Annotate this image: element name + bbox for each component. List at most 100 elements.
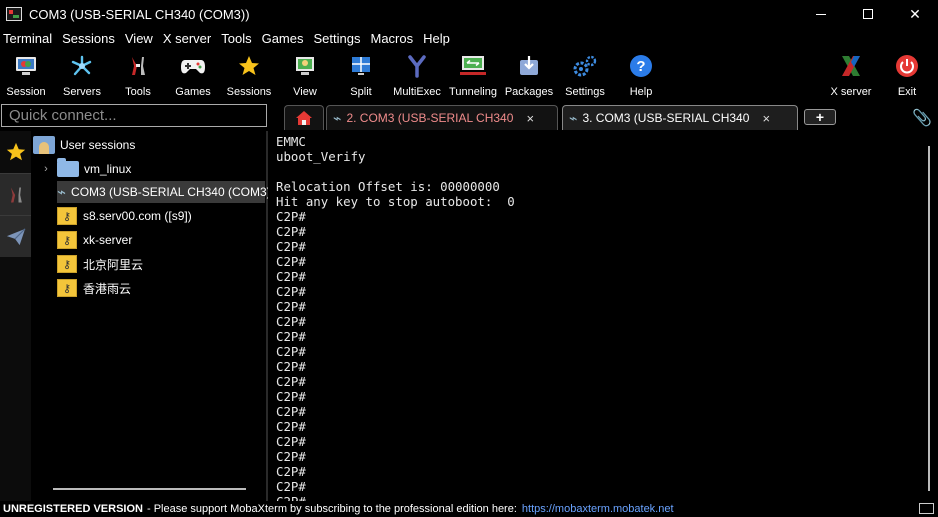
toolbar-split-button[interactable]: Split	[334, 51, 388, 99]
terminal-line: Hit any key to stop autoboot: 0	[276, 194, 515, 209]
serial-plug-icon: ⌁	[57, 184, 67, 201]
status-toggle-button[interactable]	[919, 503, 934, 514]
toolbar-servers-button[interactable]: Servers	[55, 51, 109, 99]
tree-item-ssh-session[interactable]: ⚷ s8.serv00.com ([s9])	[57, 205, 192, 227]
close-window-button[interactable]: ✕	[892, 0, 938, 28]
tree-item-folder[interactable]: › vm_linux	[39, 158, 131, 180]
close-icon: ✕	[909, 5, 921, 22]
tree-label: s8.serv00.com ([s9])	[83, 209, 192, 223]
status-bar: UNREGISTERED VERSION - Please support Mo…	[0, 501, 938, 517]
menu-sessions[interactable]: Sessions	[59, 31, 122, 46]
terminal-line: C2P#	[276, 314, 306, 329]
menu-terminal[interactable]: Terminal	[0, 31, 59, 46]
terminal-line: EMMC	[276, 134, 306, 149]
status-version: UNREGISTERED VERSION	[3, 503, 143, 515]
status-link[interactable]: https://mobaxterm.mobatek.net	[522, 503, 674, 515]
packages-icon	[516, 53, 542, 79]
window-title: COM3 (USB-SERIAL CH340 (COM3))	[29, 6, 250, 22]
toolbar-tunneling-button[interactable]: Tunneling	[446, 51, 500, 99]
menu-help[interactable]: Help	[420, 31, 457, 46]
tree-label: vm_linux	[84, 162, 132, 176]
toolbar-label: Games	[175, 86, 211, 98]
menu-tools[interactable]: Tools	[218, 31, 258, 46]
minimize-button[interactable]	[798, 0, 844, 28]
terminal-line: C2P#	[276, 284, 306, 299]
rail-tools-button[interactable]	[0, 173, 31, 215]
status-message: - Please support MobaXterm by subscribin…	[146, 503, 517, 515]
tab-com3-2[interactable]: ⌁ 2. COM3 (USB-SERIAL CH340 (COM3)) ×	[326, 105, 558, 130]
menu-macros[interactable]: Macros	[367, 31, 420, 46]
svg-text:?: ?	[636, 58, 645, 75]
session-icon	[13, 53, 39, 79]
chevron-right-icon[interactable]: ›	[39, 163, 53, 175]
terminal-line: C2P#	[276, 344, 306, 359]
menu-x-server[interactable]: X server	[160, 31, 218, 46]
tree-label: 北京阿里云	[83, 257, 144, 272]
terminal-line: C2P#	[276, 359, 306, 374]
toolbar-label: MultiExec	[393, 86, 441, 98]
serial-plug-icon: ⌁	[569, 109, 578, 126]
gamepad-icon	[180, 53, 206, 79]
key-icon: ⚷	[57, 255, 77, 273]
terminal-output[interactable]: EMMC uboot_Verify Relocation Offset is: 00…	[268, 131, 924, 501]
key-icon: ⚷	[57, 279, 77, 297]
split-icon	[348, 53, 374, 79]
toolbar-tools-button[interactable]: Tools	[111, 51, 165, 99]
toolbar-games-button[interactable]: Games	[166, 51, 220, 99]
maximize-button[interactable]	[845, 0, 891, 28]
key-icon: ⚷	[57, 231, 77, 249]
terminal-line: uboot_Verify	[276, 149, 366, 164]
toolbar-label: Settings	[565, 86, 605, 98]
tree-item-serial-session[interactable]: ⌁ COM3 (USB-SERIAL CH340 (COM3))	[57, 181, 275, 203]
toolbar-multiexec-button[interactable]: MultiExec	[390, 51, 444, 99]
serial-plug-icon: ⌁	[333, 109, 342, 126]
toolbar-help-button[interactable]: ? Help	[614, 51, 668, 99]
toolbar-label: X server	[830, 86, 872, 98]
tab-close-button[interactable]: ×	[526, 111, 534, 126]
menu-games[interactable]: Games	[259, 31, 311, 46]
tree-root-user-sessions[interactable]: User sessions	[33, 134, 135, 156]
tab-label: 2. COM3 (USB-SERIAL CH340 (COM3))	[346, 111, 516, 125]
toolbar-exit-button[interactable]: Exit	[880, 51, 934, 99]
rail-sessions-button[interactable]	[0, 131, 31, 173]
x-server-icon	[838, 53, 864, 79]
toolbar-label: Tunneling	[449, 86, 497, 98]
tree-label: xk-server	[83, 233, 133, 247]
tools-icon	[10, 187, 22, 202]
sidebar-horizontal-scrollbar[interactable]	[53, 488, 246, 490]
terminal-line: C2P#	[276, 224, 306, 239]
tree-label: User sessions	[60, 138, 136, 152]
terminal-line: C2P#	[276, 269, 306, 284]
terminal-line: C2P#	[276, 239, 306, 254]
toolbar-x-server-button[interactable]: X server	[824, 51, 878, 99]
tree-item-ssh-session[interactable]: ⚷ 北京阿里云	[57, 253, 143, 275]
tree-item-ssh-session[interactable]: ⚷ xk-server	[57, 229, 132, 251]
tree-item-ssh-session[interactable]: ⚷ 香港雨云	[57, 277, 131, 299]
tunneling-icon	[460, 53, 486, 79]
rail-send-button[interactable]	[0, 215, 31, 257]
new-tab-button[interactable]: +	[804, 109, 836, 125]
help-icon: ?	[628, 53, 654, 79]
quick-connect-input[interactable]	[1, 104, 267, 127]
multiexec-icon	[404, 53, 430, 79]
servers-icon	[69, 53, 95, 79]
toolbar: Session Servers Tools Games Sessions Vie…	[0, 49, 938, 101]
toolbar-session-button[interactable]: Session	[0, 51, 53, 99]
tools-icon	[125, 53, 151, 79]
toolbar-view-button[interactable]: View	[278, 51, 332, 99]
maximize-icon	[863, 9, 873, 19]
toolbar-label: Packages	[504, 86, 554, 98]
tab-close-button[interactable]: ×	[762, 111, 770, 126]
menu-settings[interactable]: Settings	[311, 31, 368, 46]
terminal-line: C2P#	[276, 434, 306, 449]
tab-home[interactable]	[284, 105, 324, 130]
toolbar-packages-button[interactable]: Packages	[502, 51, 556, 99]
sidebar-rail	[0, 131, 31, 501]
paperclip-icon[interactable]: 📎	[912, 108, 932, 128]
toolbar-settings-button[interactable]: Settings	[558, 51, 612, 99]
tab-com3-3[interactable]: ⌁ 3. COM3 (USB-SERIAL CH340 (COM3)) ×	[562, 105, 798, 130]
terminal-line: Relocation Offset is: 00000000	[276, 179, 500, 194]
terminal-vertical-scrollbar[interactable]	[928, 146, 930, 491]
menu-view[interactable]: View	[122, 31, 160, 46]
toolbar-sessions-button[interactable]: Sessions	[222, 51, 276, 99]
